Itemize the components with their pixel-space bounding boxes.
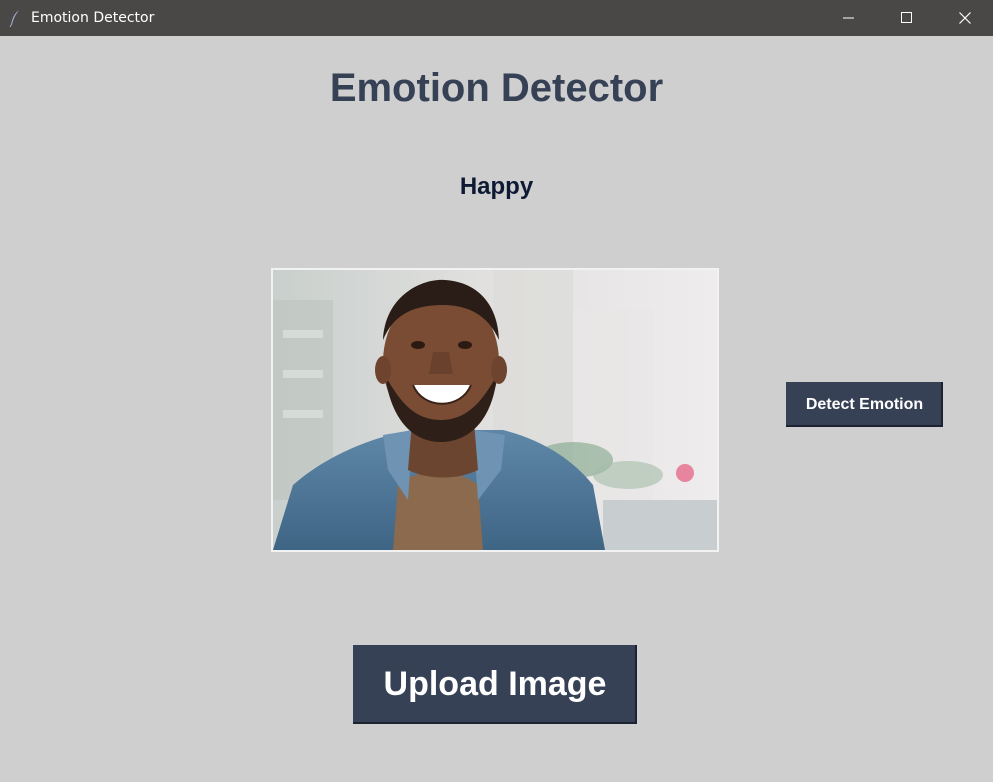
detect-emotion-button[interactable]: Detect Emotion: [786, 382, 943, 427]
app-heading: Emotion Detector: [329, 66, 664, 110]
minimize-button[interactable]: [820, 0, 878, 36]
app-window: Emotion Detector Emotion Detector Happy: [0, 0, 993, 782]
title-bar[interactable]: Emotion Detector: [0, 0, 993, 36]
window-title: Emotion Detector: [31, 10, 155, 26]
close-icon: [959, 12, 971, 24]
minimize-icon: [843, 12, 855, 24]
close-button[interactable]: [936, 0, 993, 36]
maximize-button[interactable]: [878, 0, 936, 36]
feather-icon: [9, 9, 21, 28]
upload-image-button[interactable]: Upload Image: [353, 645, 637, 724]
emotion-result-label: Happy: [459, 173, 534, 200]
maximize-icon: [901, 12, 913, 24]
uploaded-image: [271, 268, 719, 552]
